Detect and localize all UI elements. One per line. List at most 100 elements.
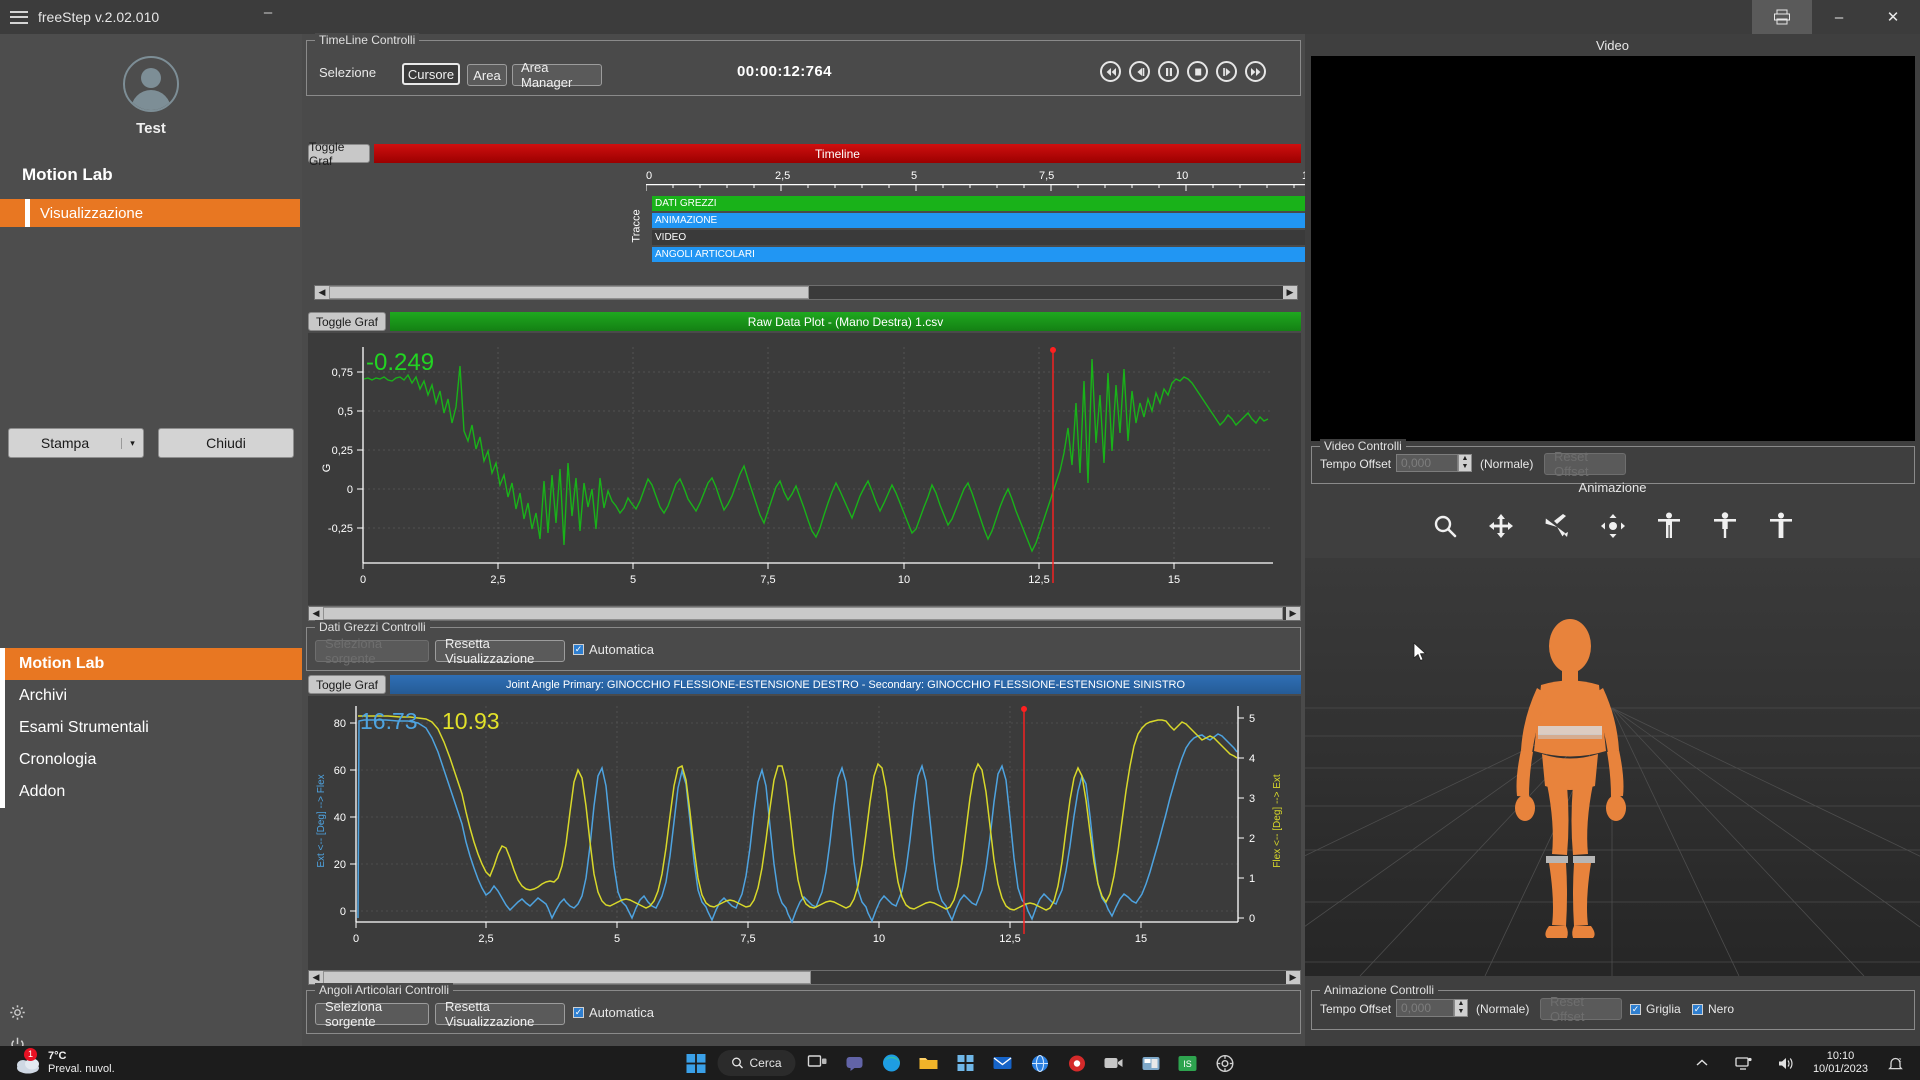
zoom-icon[interactable] [1432, 513, 1458, 542]
explorer-icon[interactable] [914, 1049, 944, 1077]
raw-plot-title[interactable]: Raw Data Plot - (Mano Destra) 1.csv [390, 312, 1301, 331]
sidebar-item-visualizzazione[interactable]: Visualizzazione [0, 199, 300, 227]
scroll-track[interactable] [329, 286, 1283, 299]
scroll-thumb[interactable] [323, 607, 1283, 620]
select-source-button-raw[interactable]: Seleziona sorgente [315, 636, 429, 666]
toggle-graf-raw-button[interactable]: Toggle Graf [308, 312, 386, 331]
scroll-left-arrow[interactable]: ◀ [309, 607, 323, 620]
weather-temp: 7°C [48, 1050, 67, 1062]
taskbar-clock[interactable]: 10:10 10/01/2023 [1813, 1050, 1868, 1076]
nav-label: Cronologia [19, 751, 97, 768]
figure-front-icon[interactable] [1656, 512, 1682, 543]
svg-text:2: 2 [1249, 833, 1255, 845]
sidebar-item-cronologia[interactable]: Cronologia [0, 744, 302, 776]
timeline-tracks[interactable]: Tracce 0 2,5 5 7,5 10 12,5 15 [302, 168, 1594, 390]
gear-icon[interactable] [6, 1004, 28, 1026]
avatar [123, 56, 179, 112]
raw-data-plot[interactable]: 0,75 0,5 0,25 0 -0,25 0 2,5 5 7,5 10 12,5 15 G … [308, 333, 1301, 605]
browser-icon[interactable] [1025, 1049, 1055, 1077]
chevron-down-icon[interactable]: ▾ [121, 437, 143, 449]
sidebar-item-motion-lab[interactable]: Motion Lab [0, 648, 302, 680]
mode-button-cursore[interactable]: Cursore [402, 63, 460, 85]
rotate-icon[interactable] [1544, 513, 1570, 542]
stop-icon[interactable] [1187, 61, 1208, 82]
print-button[interactable]: Stampa ▾ [8, 428, 144, 458]
settings-icon[interactable] [1210, 1049, 1240, 1077]
scroll-right-arrow[interactable]: ▶ [1286, 607, 1300, 620]
sidebar-item-esami-strumentali[interactable]: Esami Strumentali [0, 712, 302, 744]
scroll-left-arrow[interactable]: ◀ [315, 286, 329, 299]
scroll-track[interactable] [323, 971, 1286, 984]
is-icon[interactable]: IS [1173, 1049, 1203, 1077]
app-icon[interactable] [1136, 1049, 1166, 1077]
fast-forward-icon[interactable] [1245, 61, 1266, 82]
automatica-checkbox-joint[interactable]: ✓ [573, 1007, 584, 1018]
pan-icon[interactable] [1488, 513, 1514, 542]
scroll-track[interactable] [323, 607, 1286, 620]
timeline-hscrollbar[interactable]: ◀ ▶ [314, 285, 1298, 300]
search-input[interactable]: Cerca [717, 1050, 796, 1076]
raw-plot-hscrollbar[interactable]: ◀ ▶ [308, 606, 1301, 621]
teams-icon[interactable] [840, 1049, 870, 1077]
taskbar-tray: 10:10 10/01/2023 z [1687, 1049, 1910, 1077]
minimize-button[interactable]: – [1812, 0, 1866, 34]
figure-back-icon[interactable] [1768, 512, 1794, 543]
svg-text:IS: IS [1183, 1059, 1192, 1069]
joint-plot-hscrollbar[interactable]: ◀ ▶ [308, 970, 1301, 985]
camera-icon[interactable] [1099, 1049, 1129, 1077]
edge-icon[interactable] [877, 1049, 907, 1077]
record-icon[interactable] [1062, 1049, 1092, 1077]
printer-icon[interactable] [1752, 0, 1812, 34]
chevron-up-icon[interactable] [1687, 1049, 1717, 1077]
video-offset-spinner[interactable]: ▲ ▼ [1458, 454, 1472, 472]
select-source-button-joint[interactable]: Seleziona sorgente [315, 999, 429, 1029]
anim-reset-offset-button[interactable]: Reset Offset [1540, 994, 1622, 1024]
volume-icon[interactable] [1771, 1049, 1801, 1077]
center-icon[interactable] [1600, 513, 1626, 542]
scroll-thumb[interactable] [329, 286, 809, 299]
inner-minimize-button[interactable]: – [258, 5, 278, 24]
network-icon[interactable] [1729, 1049, 1759, 1077]
joint-plot-title[interactable]: Joint Angle Primary: GINOCCHIO FLESSIONE… [390, 675, 1301, 694]
step-back-icon[interactable] [1129, 61, 1150, 82]
bell-icon[interactable]: z [1880, 1049, 1910, 1077]
mode-button-area[interactable]: Area [467, 64, 507, 86]
video-reset-offset-button[interactable]: Reset Offset [1544, 449, 1626, 479]
track-label: ANGOLI ARTICOLARI [655, 249, 755, 260]
reset-view-button-joint[interactable]: Resetta Visualizzazione [435, 999, 565, 1029]
sidebar-item-archivi[interactable]: Archivi [0, 680, 302, 712]
rewind-icon[interactable] [1100, 61, 1121, 82]
timeline-tick-5: 5 [911, 170, 918, 182]
scroll-right-arrow[interactable]: ▶ [1286, 971, 1300, 984]
video-viewport[interactable] [1311, 56, 1915, 441]
figure-side-icon[interactable] [1712, 511, 1738, 543]
mail-icon[interactable] [988, 1049, 1018, 1077]
nero-checkbox[interactable]: ✓ [1692, 1003, 1703, 1015]
play-icon[interactable] [1216, 61, 1237, 82]
joint-angle-plot[interactable]: 80 60 40 20 0 543 210 0 2,5 5 7,5 10 12,5 15 Ex… [308, 696, 1301, 976]
reset-view-button-raw[interactable]: Resetta Visualizzazione [435, 636, 565, 666]
svg-text:5: 5 [630, 574, 636, 586]
nero-label: Nero [1708, 1002, 1735, 1016]
anim-offset-spinner[interactable]: ▲ ▼ [1454, 999, 1468, 1017]
mode-button-area-manager[interactable]: Area Manager [512, 60, 602, 90]
toggle-graf-timeline-button[interactable]: Toggle Graf [308, 140, 370, 168]
animation-viewport[interactable] [1305, 558, 1920, 976]
video-offset-input[interactable]: 0,000 [1396, 454, 1458, 472]
pause-icon[interactable] [1158, 61, 1179, 82]
weather-widget[interactable]: 1 7°C Preval. nuvol. [14, 1048, 115, 1076]
anim-offset-input[interactable]: 0,000 [1396, 999, 1454, 1017]
toggle-graf-joint-button[interactable]: Toggle Graf [308, 675, 386, 694]
windows-start-icon[interactable] [680, 1049, 710, 1077]
svg-text:15: 15 [1168, 574, 1180, 586]
timeline-bar-title[interactable]: Timeline [374, 144, 1301, 163]
store-icon[interactable] [951, 1049, 981, 1077]
close-button[interactable]: ✕ [1866, 0, 1920, 34]
griglia-checkbox[interactable]: ✓ [1630, 1003, 1641, 1015]
scroll-right-arrow[interactable]: ▶ [1283, 286, 1297, 299]
hamburger-menu-icon[interactable] [10, 10, 28, 24]
automatica-checkbox-raw[interactable]: ✓ [573, 644, 584, 655]
close-button-sidebar[interactable]: Chiudi [158, 428, 294, 458]
task-view-icon[interactable] [803, 1049, 833, 1077]
sidebar-item-addon[interactable]: Addon [0, 776, 302, 808]
